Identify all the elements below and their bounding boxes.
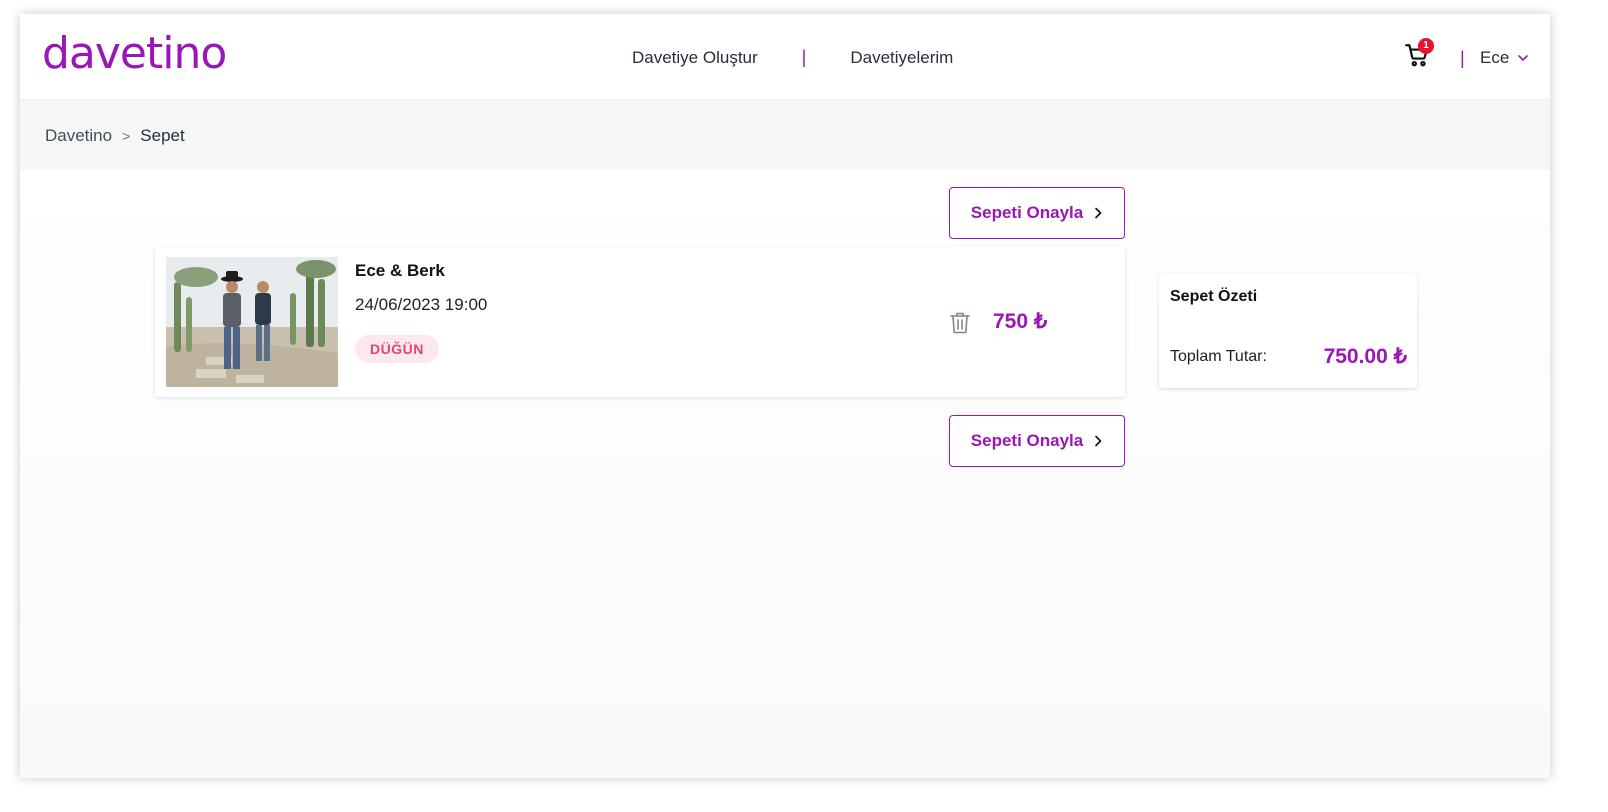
breadcrumb-separator: > [122,128,131,144]
total-amount: 750.00 ₺ [1323,345,1407,368]
total-label: Toplam Tutar: [1170,348,1267,365]
user-name: Ece [1480,48,1510,67]
nav-create-invitation[interactable]: Davetiye Oluştur [632,48,758,68]
breadcrumb-current: Sepet [140,126,185,145]
chevron-right-icon [1095,207,1102,219]
cart-content: Sepeti Onayla Ece & Berk 24/06/2023 19:0… [20,170,1550,778]
confirm-cart-button-bottom[interactable]: Sepeti Onayla [949,415,1125,467]
item-price: 750 ₺ [993,310,1048,333]
invitation-title: Ece & Berk [355,261,445,280]
invitation-type-badge: DÜĞÜN [355,335,439,363]
top-header: davetino Davetiye Oluştur | Davetiyeleri… [20,14,1550,100]
main-nav: Davetiye Oluştur | Davetiyelerim [632,47,953,68]
trash-icon[interactable] [949,311,971,335]
logo[interactable]: davetino [42,28,227,79]
chevron-right-icon [1095,435,1102,447]
breadcrumb-bar: Davetino > Sepet [20,100,1550,170]
confirm-cart-label: Sepeti Onayla [970,203,1084,222]
invitation-thumbnail[interactable] [166,257,338,387]
chevron-down-icon [1518,55,1529,61]
confirm-cart-label: Sepeti Onayla [970,431,1084,450]
cart-summary-card: Sepet Özeti Toplam Tutar: 750.00 ₺ [1159,274,1417,388]
confirm-cart-button-top[interactable]: Sepeti Onayla [949,187,1125,239]
app-window: davetino Davetiye Oluştur | Davetiyeleri… [20,14,1550,778]
nav-separator: | [801,47,807,67]
summary-title: Sepet Özeti [1170,288,1258,305]
user-menu[interactable]: Ece [1480,48,1529,68]
cart-item-card: Ece & Berk 24/06/2023 19:00 DÜĞÜN 750 ₺ [155,247,1125,397]
user-separator: | [1460,48,1465,68]
couple-photo [166,257,338,387]
cart-count-badge: 1 [1418,38,1434,54]
breadcrumb: Davetino > Sepet [45,126,185,146]
nav-my-invitations[interactable]: Davetiyelerim [850,48,953,68]
invitation-datetime: 24/06/2023 19:00 [355,295,488,314]
breadcrumb-home[interactable]: Davetino [45,126,112,146]
